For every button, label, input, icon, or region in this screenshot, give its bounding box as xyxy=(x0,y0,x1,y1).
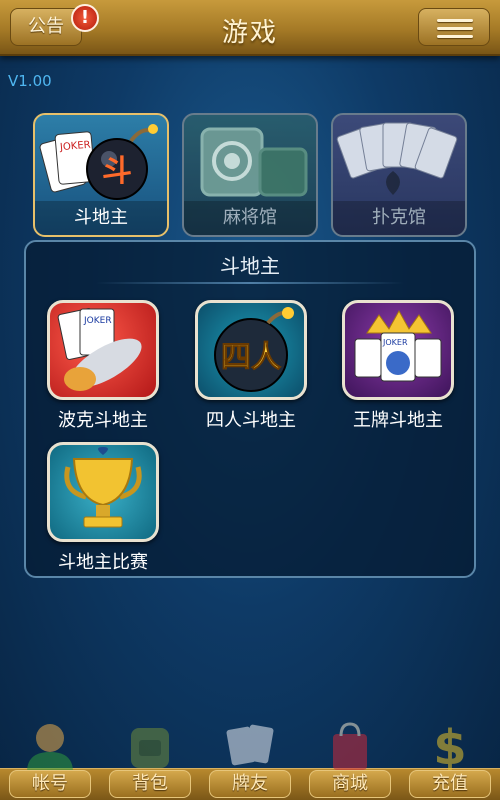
category-doudizhu[interactable]: JOKER 斗 斗地主 xyxy=(33,113,169,237)
joker-bomb-icon: JOKER 斗 xyxy=(39,124,158,200)
account-icon xyxy=(27,724,73,772)
category-poker[interactable]: 扑克馆 xyxy=(331,113,467,237)
svg-text:斗: 斗 xyxy=(102,154,132,189)
wizard-king-icon: JOKER xyxy=(342,300,454,400)
svg-text:JOKER: JOKER xyxy=(382,338,408,347)
mahjong-tile-icon xyxy=(200,127,308,197)
game-label: 波克斗地主 xyxy=(58,410,148,431)
category-label: 扑克馆 xyxy=(333,201,465,235)
category-label: 斗地主 xyxy=(35,201,167,235)
tab-label: 充值 xyxy=(432,773,468,794)
tab-backpack[interactable]: 背包 xyxy=(105,718,195,800)
cards-icon xyxy=(226,724,274,766)
tab-label: 背包 xyxy=(132,773,168,794)
game-item-tournament[interactable]: 斗地主比赛 xyxy=(38,442,168,574)
game-item-boke[interactable]: JOKER 波克斗地主 xyxy=(38,300,168,432)
bomb-four-icon: 四人 xyxy=(195,300,307,400)
category-mahjong[interactable]: 麻将馆 xyxy=(182,113,318,237)
tab-label: 牌友 xyxy=(232,773,268,794)
shop-bag-icon xyxy=(333,722,367,770)
game-label: 斗地主比赛 xyxy=(58,552,148,573)
top-bar: 公告 ! 游戏 xyxy=(0,0,500,56)
tab-shop[interactable]: 商城 xyxy=(305,718,395,800)
backpack-icon xyxy=(131,728,169,768)
svg-text:JOKER: JOKER xyxy=(83,316,112,326)
poker-cards-icon xyxy=(336,122,458,195)
game-list-panel: 斗地主 JOKER 波克斗地主 四人 四人斗地主 JOKER 王牌斗地主 斗地主… xyxy=(24,240,476,578)
tab-label: 帐号 xyxy=(32,773,68,794)
tab-recharge[interactable]: $ 充值 xyxy=(405,718,495,800)
svg-text:四人: 四人 xyxy=(221,340,281,375)
tab-account[interactable]: 帐号 xyxy=(5,718,95,800)
dollar-icon: $ xyxy=(433,720,466,772)
game-item-ace[interactable]: JOKER 王牌斗地主 xyxy=(333,300,463,432)
divider xyxy=(96,282,404,284)
panel-title: 斗地主 xyxy=(220,254,280,278)
game-label: 王牌斗地主 xyxy=(353,410,443,431)
game-item-four-player[interactable]: 四人 四人斗地主 xyxy=(186,300,316,432)
tab-friends[interactable]: 牌友 xyxy=(205,718,295,800)
menu-button[interactable] xyxy=(418,8,490,46)
hamburger-icon xyxy=(437,19,473,22)
version-label: V1.00 xyxy=(8,72,52,90)
tab-label: 商城 xyxy=(332,773,368,794)
game-label: 四人斗地主 xyxy=(206,410,296,431)
rocket-joker-icon: JOKER xyxy=(47,300,159,400)
trophy-icon xyxy=(47,442,159,542)
svg-text:$: $ xyxy=(433,720,466,772)
category-label: 麻将馆 xyxy=(184,201,316,235)
